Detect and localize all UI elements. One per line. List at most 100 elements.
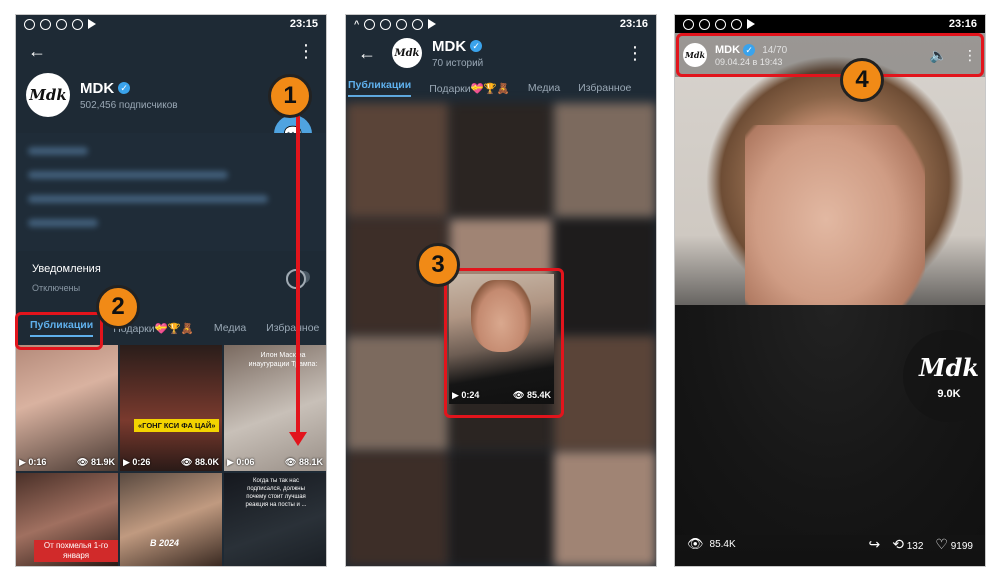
viber-icon: [396, 18, 408, 30]
watermark-badge: Mdk 9.0K: [903, 330, 985, 422]
scroll-arrow: [296, 108, 300, 438]
stories-title-block: MDK ✓ 70 историй: [432, 38, 483, 69]
publications-grid: ▶ 0:16 👁 81.9K «ГОНГ КСИ ФА ЦАЙ» ▶ 0:26 …: [16, 345, 326, 566]
post-meta: ▶ 0:16 👁 81.9K: [19, 457, 115, 468]
notifications-row[interactable]: Уведомления Отключены: [16, 255, 326, 305]
subscriber-count: 502,456 подписчиков: [80, 99, 178, 111]
whatsapp-icon: [24, 18, 35, 30]
verified-badge-icon: ✓: [118, 82, 131, 94]
grid-post[interactable]: Когда ты так нас подписался, должны поче…: [224, 473, 326, 566]
status-bar: ^ 23:16: [346, 15, 656, 33]
blurred-line: [28, 195, 268, 203]
stories-toolbar: ← Mdk MDK ✓ 70 историй ⋮: [346, 33, 656, 73]
grid-post[interactable]: ▶ 0:16 👁 81.9K: [16, 345, 118, 471]
story-thumb[interactable]: [450, 103, 552, 218]
viber-icon: [56, 18, 67, 30]
heart-icon: ♡: [935, 535, 948, 552]
status-time: 23:15: [289, 18, 318, 30]
post-caption: От похмелья 1-го января: [34, 540, 118, 562]
notification-icons: [24, 18, 96, 30]
story-thumb[interactable]: [554, 219, 656, 334]
story-thumb[interactable]: [554, 451, 656, 566]
post-views: 👁 88.0K: [181, 457, 219, 467]
play-store-icon: [428, 19, 437, 29]
grid-post[interactable]: В 2024: [120, 473, 222, 566]
status-time: 23:16: [619, 18, 648, 30]
tab-media[interactable]: Медиа: [214, 322, 246, 334]
highlight-selected-story: [444, 268, 564, 418]
like-count: 9199: [950, 540, 973, 552]
people-icon: [412, 18, 424, 30]
post-duration: ▶ 0:26: [123, 457, 151, 467]
tutorial-canvas: 23:15 ← ⋮ Mdk MDK ✓ 502,456 подписчиков …: [0, 0, 1000, 581]
step-marker-3: 3: [416, 243, 460, 287]
people-icon: [731, 18, 742, 30]
blurred-line: [28, 171, 228, 179]
notifications-status: Отключены: [32, 283, 81, 293]
channel-name: MDK: [80, 79, 115, 97]
grid-post[interactable]: «ГОНГ КСИ ФА ЦАЙ» ▶ 0:26 👁 88.0K: [120, 345, 222, 471]
whatsapp-icon: [380, 18, 392, 30]
post-duration: ▶ 0:06: [227, 457, 255, 467]
story-thumb[interactable]: [346, 451, 448, 566]
badge-views: 9.0K: [937, 387, 961, 400]
story-thumb[interactable]: [450, 451, 552, 566]
back-arrow-icon[interactable]: ←: [358, 43, 392, 64]
post-caption: Илон Маск на инаугурации Трампа:: [248, 352, 318, 368]
play-store-icon: [747, 19, 755, 29]
tab-favorites[interactable]: Избранное: [578, 82, 631, 94]
channel-name-row: MDK ✓: [432, 38, 483, 55]
post-duration: ▶ 0:16: [19, 457, 47, 467]
story-footer: 👁 85.4K ↪ ⟲ 132 ♡ 9199: [675, 522, 985, 566]
more-menu-icon[interactable]: ⋮: [297, 41, 315, 62]
status-bar: 23:16: [675, 15, 985, 33]
toolbar: ← ⋮: [16, 33, 326, 69]
grid-post[interactable]: От похмелья 1-го января: [16, 473, 118, 566]
caret-icon: ^: [354, 19, 360, 29]
whatsapp-icon: [683, 18, 694, 30]
phone-screen-story-viewer: 23:16 Mdk MDK ✓ 14/70 09.04.24 в 19:43 🔈…: [675, 15, 985, 566]
whatsapp-icon: [40, 18, 51, 30]
status-time: 23:16: [948, 18, 977, 30]
story-actions: ↪ ⟲ 132 ♡ 9199: [868, 536, 973, 553]
post-caption: «ГОНГ КСИ ФА ЦАЙ»: [134, 419, 220, 432]
tab-publications[interactable]: Публикации: [348, 79, 412, 97]
story-thumb[interactable]: [346, 103, 448, 218]
eye-icon: 👁: [687, 536, 704, 551]
grid-post[interactable]: Илон Маск на инаугурации Трампа: ▶ 0:06 …: [224, 345, 326, 471]
status-bar: 23:15: [16, 15, 326, 33]
step-marker-4: 4: [840, 58, 884, 102]
channel-name-row: MDK ✓: [80, 80, 178, 97]
profile-header: Mdk MDK ✓ 502,456 подписчиков: [26, 73, 178, 117]
blurred-line: [28, 219, 98, 227]
highlight-story-header: [676, 33, 984, 77]
post-caption: Когда ты так нас подписался, должны поче…: [245, 478, 307, 508]
tab-favorites[interactable]: Избранное: [266, 322, 319, 334]
notifications-label: Уведомления: [32, 263, 101, 275]
avatar[interactable]: Mdk: [26, 73, 70, 117]
more-menu-icon[interactable]: ⋮: [626, 43, 644, 64]
post-meta: ▶ 0:26 👁 88.0K: [123, 457, 219, 468]
blurred-line: [28, 147, 88, 155]
story-thumb[interactable]: [554, 335, 656, 450]
channel-name: MDK: [432, 37, 467, 55]
whatsapp-icon: [364, 18, 376, 30]
people-icon: [72, 18, 83, 30]
share-icon[interactable]: ↪: [868, 536, 880, 553]
story-thumb[interactable]: [346, 335, 448, 450]
whatsapp-icon: [699, 18, 710, 30]
play-store-icon: [88, 19, 96, 29]
tab-gifts[interactable]: Подарки💝🏆🧸: [429, 82, 510, 95]
post-views: 👁 81.9K: [77, 457, 115, 467]
back-arrow-icon[interactable]: ←: [28, 41, 46, 62]
mdk-logo: Mdk: [919, 352, 979, 382]
step-marker-2: 2: [96, 285, 140, 329]
story-thumb[interactable]: [554, 103, 656, 218]
post-caption: В 2024: [150, 538, 180, 548]
scroll-arrow-head: [289, 432, 307, 446]
story-views-block: 👁 85.4K: [687, 536, 736, 552]
story-views: 85.4K: [709, 538, 736, 550]
repost-block[interactable]: ⟲ 132: [892, 536, 923, 553]
like-block[interactable]: ♡ 9199: [935, 536, 973, 553]
tab-media[interactable]: Медиа: [528, 82, 560, 94]
